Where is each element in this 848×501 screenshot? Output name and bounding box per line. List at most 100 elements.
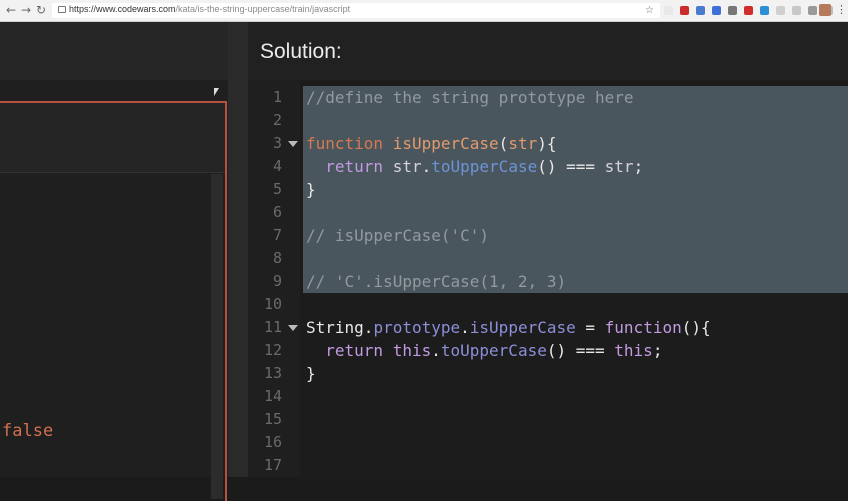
- url-text: https://www.codewars.com/kata/is-the-str…: [69, 4, 351, 14]
- code-text: //define the string prototype here: [306, 86, 634, 109]
- extension-icon[interactable]: [792, 6, 801, 15]
- code-line: 14: [248, 385, 848, 408]
- code-line: 3 function isUpperCase(str){: [248, 132, 848, 155]
- code-token: (: [498, 134, 509, 153]
- code-token: // 'C'.isUpperCase(1, 2, 3): [306, 272, 567, 291]
- code-line: 2: [248, 109, 848, 132]
- code-token: .: [421, 157, 432, 176]
- code-line: 12 return this.toUpperCase() === this;: [248, 339, 848, 362]
- code-token: toUpperCase: [440, 341, 547, 360]
- line-number: 14: [263, 387, 282, 405]
- code-token: ;: [652, 341, 663, 360]
- code-token: prototype: [373, 318, 461, 337]
- code-line: 13}: [248, 362, 848, 385]
- code-token: =: [575, 318, 605, 337]
- code-line: 5}: [248, 178, 848, 201]
- extension-icon[interactable]: [664, 6, 673, 15]
- extension-icon[interactable]: [696, 6, 705, 15]
- code-token: (){: [681, 318, 711, 337]
- fold-arrow-icon[interactable]: [288, 141, 298, 147]
- code-text: // 'C'.isUpperCase(1, 2, 3): [306, 270, 566, 293]
- code-token: function: [604, 318, 682, 337]
- line-number: 15: [263, 410, 282, 428]
- code-text: }: [306, 362, 316, 385]
- code-text: }: [306, 178, 316, 201]
- code-line: 10: [248, 293, 848, 316]
- code-line: 11 String.prototype.isUpperCase = functio…: [248, 316, 848, 339]
- line-number: 12: [263, 341, 282, 359]
- code-token: .: [460, 318, 470, 337]
- code-token: str: [392, 157, 422, 176]
- browser-toolbar: ← → ↻ https://www.codewars.com/kata/is-t…: [0, 0, 848, 22]
- code-token: }: [306, 180, 316, 199]
- focused-output-frame: [0, 101, 227, 501]
- code-token: function: [306, 134, 393, 153]
- forward-icon[interactable]: →: [19, 3, 33, 17]
- lock-icon: [58, 6, 66, 13]
- output-value: false: [2, 421, 54, 441]
- code-token: ;: [633, 157, 644, 176]
- code-text: function isUpperCase(str){: [306, 132, 556, 155]
- extension-icon[interactable]: [808, 6, 817, 15]
- code-token: str: [604, 157, 634, 176]
- line-number: 17: [263, 456, 282, 474]
- line-number: 6: [272, 203, 282, 221]
- bookmark-star-icon[interactable]: ☆: [645, 3, 654, 18]
- code-token: String: [306, 318, 364, 337]
- code-text: // isUpperCase('C'): [306, 224, 489, 247]
- fold-arrow-icon[interactable]: [288, 325, 298, 331]
- scrollbar[interactable]: [211, 174, 223, 499]
- code-line: 8: [248, 247, 848, 270]
- code-token: return: [306, 157, 393, 176]
- code-token: isUpperCase: [469, 318, 576, 337]
- line-number: 4: [272, 157, 282, 175]
- solution-title: Solution:: [260, 40, 342, 63]
- line-number: 8: [272, 249, 282, 267]
- extension-icon[interactable]: [728, 6, 737, 15]
- left-panel-header: [0, 22, 228, 80]
- solution-header: Solution:: [248, 22, 848, 80]
- extension-icon[interactable]: [760, 6, 769, 15]
- code-line: 15: [248, 408, 848, 431]
- extension-icon[interactable]: [680, 6, 689, 15]
- panel-gutter: [228, 22, 248, 477]
- reload-icon[interactable]: ↻: [34, 3, 48, 17]
- code-text: return str.toUpperCase() === str;: [306, 155, 643, 178]
- menu-icon[interactable]: ⋮: [836, 3, 847, 17]
- line-number: 13: [263, 364, 282, 382]
- divider: [0, 172, 225, 173]
- line-number: 3: [272, 134, 282, 152]
- code-token: .: [363, 318, 374, 337]
- code-token: isUpperCase: [392, 134, 499, 153]
- line-number: 2: [272, 111, 282, 129]
- code-line: 17: [248, 454, 848, 477]
- code-token: () ===: [537, 157, 605, 176]
- code-line: 4 return str.toUpperCase() === str;: [248, 155, 848, 178]
- code-token: this: [392, 341, 432, 360]
- mouse-cursor: [214, 88, 219, 96]
- extension-icon[interactable]: [744, 6, 753, 15]
- back-icon[interactable]: ←: [4, 3, 18, 17]
- code-line: 6: [248, 201, 848, 224]
- code-line: 7 // isUpperCase('C'): [248, 224, 848, 247]
- code-text: return this.toUpperCase() === this;: [306, 339, 662, 362]
- extension-icon[interactable]: [776, 6, 785, 15]
- profile-avatar[interactable]: [819, 4, 831, 16]
- code-token: //define the string prototype here: [306, 88, 634, 107]
- code-token: () ===: [546, 341, 615, 360]
- line-number: 7: [272, 226, 282, 244]
- line-number: 9: [272, 272, 282, 290]
- solution-panel: Solution: 1 //define the string prototype…: [248, 22, 848, 477]
- code-token: toUpperCase: [431, 157, 538, 176]
- code-token: // isUpperCase('C'): [306, 226, 490, 245]
- code-token: .: [431, 341, 441, 360]
- code-line: 9 // 'C'.isUpperCase(1, 2, 3): [248, 270, 848, 293]
- line-number: 11: [263, 318, 282, 336]
- line-number: 10: [263, 295, 282, 313]
- line-number: 5: [272, 180, 282, 198]
- line-number: 1: [272, 88, 282, 106]
- address-bar[interactable]: https://www.codewars.com/kata/is-the-str…: [52, 3, 660, 18]
- line-number: 16: [263, 433, 282, 451]
- extension-icon[interactable]: [712, 6, 721, 15]
- code-line: 16: [248, 431, 848, 454]
